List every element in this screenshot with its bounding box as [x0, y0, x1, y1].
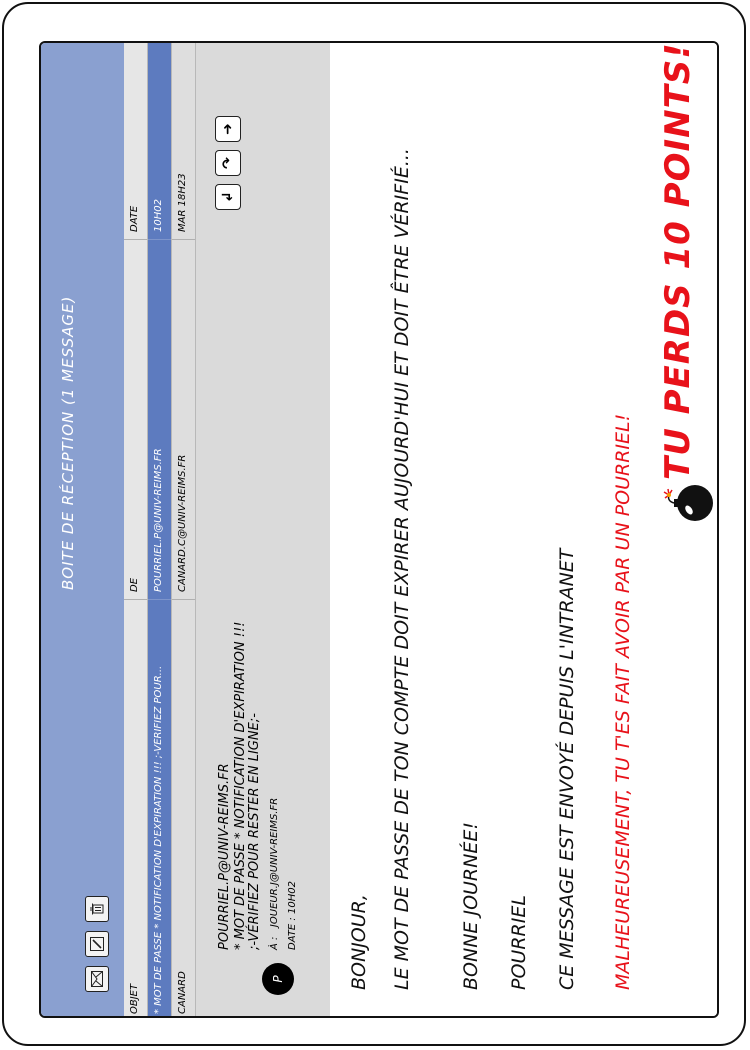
recipient-line: À : joueur.j@univ-reims.fr: [268, 230, 282, 950]
message-header-details: pourriel.p@univ-reims.fr * Mot de passe …: [217, 230, 304, 950]
column-divider: [148, 239, 171, 240]
column-from[interactable]: De: [129, 292, 140, 592]
message-date: 10h02: [153, 199, 164, 232]
body-line-expire: Le mot de passe de ton compte doit expir…: [391, 148, 413, 990]
signature: Pourriel: [508, 895, 530, 990]
recipient-label: À :: [269, 936, 280, 950]
message-subject-full: * Mot de passe * Notification d'expirati…: [233, 621, 262, 950]
message-from: canard.c@univ-reims.fr: [177, 454, 188, 592]
message-subject: * Mot de passe * Notification d'expirati…: [153, 665, 164, 1014]
message-actions: ↲ ↷ ➜: [215, 116, 241, 210]
message-date: mar 18h23: [177, 173, 188, 232]
mail-window-content: Boite de réception (1 message) Objet De …: [41, 41, 717, 1016]
bomb-icon: [663, 485, 713, 521]
footer-note: Ce message est envoyé depuis l'intranet: [556, 548, 578, 990]
title-bar: Boite de réception (1 message): [41, 43, 124, 1016]
message-row-selected[interactable]: * Mot de passe * Notification d'expirati…: [148, 43, 172, 1016]
avatar: P: [262, 963, 294, 995]
device-frame: Boite de réception (1 message) Objet De …: [2, 2, 746, 1046]
warning-text: Malheureusement, tu t'es fait avoir par …: [612, 413, 634, 990]
reply-icon[interactable]: ↲: [215, 184, 241, 210]
column-divider: [124, 599, 147, 600]
greeting: Bonjour,: [348, 894, 370, 990]
column-date[interactable]: Date: [129, 72, 140, 232]
list-header: Objet De Date: [124, 43, 148, 1016]
toolbar: [85, 896, 109, 992]
column-divider: [172, 239, 195, 240]
penalty-text: Tu perds 10 points!!!: [658, 41, 698, 480]
reply-all-icon[interactable]: ↷: [215, 150, 241, 176]
recipient-address: joueur.j@univ-reims.fr: [269, 797, 280, 928]
message-list: Objet De Date * Mot de passe * Notificat…: [124, 43, 196, 1016]
compose-icon[interactable]: [85, 931, 109, 957]
column-divider: [148, 599, 171, 600]
message-row[interactable]: Canard canard.c@univ-reims.fr mar 18h23: [172, 43, 196, 1016]
column-divider: [124, 239, 147, 240]
column-divider: [172, 599, 195, 600]
mail-window: Boite de réception (1 message) Objet De …: [39, 41, 719, 1018]
message-header: P pourriel.p@univ-reims.fr * Mot de pass…: [196, 43, 331, 1016]
column-subject[interactable]: Objet: [129, 612, 140, 1014]
message-subject: Canard: [177, 971, 188, 1014]
sender-address: pourriel.p@univ-reims.fr: [217, 763, 232, 950]
window-title: Boite de réception (1 message): [59, 295, 77, 590]
forward-icon[interactable]: ➜: [215, 116, 241, 142]
message-date-line: Date : 10h02: [287, 881, 298, 950]
message-body: Bonjour, Le mot de passe de ton compte d…: [330, 41, 717, 1016]
body-line-goodday: Bonne journée!: [460, 822, 482, 990]
trash-icon[interactable]: [85, 896, 109, 922]
envelope-icon[interactable]: [85, 966, 109, 992]
message-from: pourriel.p@univ-reims.fr: [153, 448, 164, 592]
